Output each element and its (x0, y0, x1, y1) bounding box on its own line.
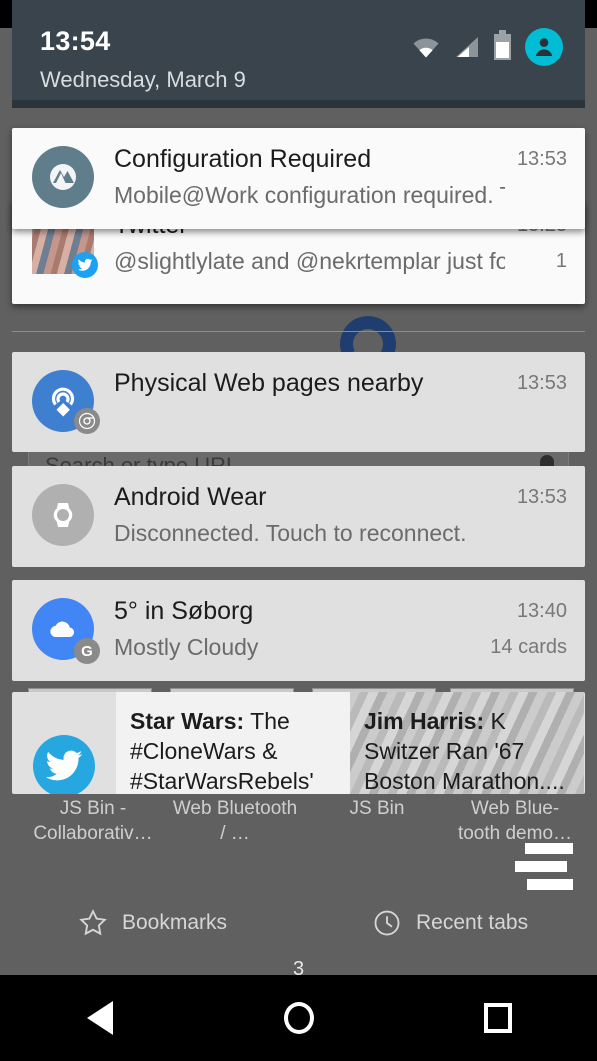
clock-icon (374, 910, 400, 936)
page-indicator: 3 (292, 958, 305, 975)
notification-icon-wrapper (32, 484, 96, 548)
notification-time: 13:53 (516, 372, 567, 394)
notification-body: 5° in Søborg Mostly Cloudy (96, 596, 478, 662)
nav-back-button[interactable] (55, 975, 145, 1061)
tweet-author: Jim Harris: (364, 708, 485, 734)
notification-card-count: 14 cards (490, 636, 567, 658)
user-avatar-icon[interactable] (525, 28, 563, 66)
notification-time: 13:53 (516, 148, 567, 170)
bookmarks-entry: Bookmarks (78, 908, 227, 938)
notification-meta: 13:53 (505, 482, 567, 548)
notification-twitter-digest[interactable]: Star Wars: The #CloneWars & #StarWarsReb… (12, 692, 585, 794)
wifi-icon (412, 36, 440, 58)
tile-label: JS Bin (349, 798, 405, 819)
watch-icon (32, 484, 94, 546)
recents-square-icon (483, 1003, 512, 1033)
notification-meta: 13:53 (505, 144, 567, 210)
phone-screen: Search or type URL JS Bin - Collaborativ… (0, 0, 597, 1061)
tweet-author: Star Wars: (130, 708, 245, 734)
notification-meta: 13:40 14 cards (478, 596, 567, 662)
home-circle-icon (283, 1002, 314, 1034)
notification-text: Mobile@Work configuration required. Tap … (114, 182, 505, 208)
notification-physical-web[interactable]: Physical Web pages nearby 13:53 (12, 352, 585, 452)
tweet-list: Star Wars: The #CloneWars & #StarWarsReb… (116, 692, 585, 794)
notification-text: Mostly Cloudy (114, 634, 259, 660)
staggered-bars-overlay-icon (511, 843, 573, 891)
notification-text: @slightlylate and @nekrtemplar just foll… (114, 248, 505, 274)
notification-weather[interactable]: G 5° in Søborg Mostly Cloudy 13:40 14 ca… (12, 580, 585, 681)
notification-icon-wrapper (32, 370, 100, 434)
notification-icon-wrapper: G (32, 598, 100, 664)
mobileiron-icon (32, 146, 94, 208)
chrome-badge-icon (74, 408, 100, 434)
google-badge-icon: G (74, 638, 100, 664)
twitter-bird-icon (12, 692, 116, 794)
system-navigation-bar (0, 975, 597, 1061)
notification-body: Android Wear Disconnected. Touch to reco… (96, 482, 505, 548)
back-triangle-icon (86, 1001, 113, 1035)
twitter-badge-icon (72, 252, 98, 278)
background-bottom-bar: Bookmarks Recent tabs (0, 888, 597, 958)
notification-title: Android Wear (114, 483, 267, 511)
nav-recents-button[interactable] (453, 975, 543, 1061)
bookmarks-label: Bookmarks (122, 911, 228, 934)
notification-title: Physical Web pages nearby (114, 369, 424, 397)
notification-title: 5° in Søborg (114, 597, 254, 625)
cellular-signal-icon (454, 36, 480, 58)
battery-icon (494, 30, 511, 60)
tile-label: Web Blue-tooth demo… (457, 798, 573, 844)
notification-time: 13:40 (516, 600, 567, 622)
status-date: Wednesday, March 9 (40, 67, 246, 92)
shade-grip (12, 100, 585, 108)
notification-configuration-required[interactable]: Configuration Required Mobile@Work confi… (12, 128, 585, 229)
notification-title: Configuration Required (114, 145, 372, 173)
notification-body: Physical Web pages nearby (96, 368, 505, 432)
tile-label: JS Bin - Collaborativ… (33, 798, 153, 844)
tweet-item[interactable]: Star Wars: The #CloneWars & #StarWarsReb… (116, 692, 350, 794)
notification-icon-wrapper (32, 146, 96, 210)
notification-meta: 13:53 (505, 368, 567, 432)
nav-home-button[interactable] (254, 975, 344, 1061)
star-icon (79, 909, 107, 936)
notification-body: Configuration Required Mobile@Work confi… (96, 144, 505, 210)
recent-tabs-label: Recent tabs (416, 911, 529, 934)
notification-count: 1 (555, 250, 567, 272)
recent-tabs-entry: Recent tabs (372, 908, 528, 938)
notification-text: Disconnected. Touch to reconnect. (114, 520, 467, 546)
tile-label: Web Bluetooth / … (172, 798, 298, 844)
notification-group-divider (12, 331, 585, 332)
status-icons (412, 28, 563, 66)
notification-shade-header: 13:54 Wednesday, March 9 (12, 0, 585, 108)
tweet-item[interactable]: Jim Harris: K Switzer Ran '67 Boston Mar… (350, 692, 584, 794)
notification-time: 13:53 (516, 486, 567, 508)
notification-android-wear[interactable]: Android Wear Disconnected. Touch to reco… (12, 466, 585, 567)
